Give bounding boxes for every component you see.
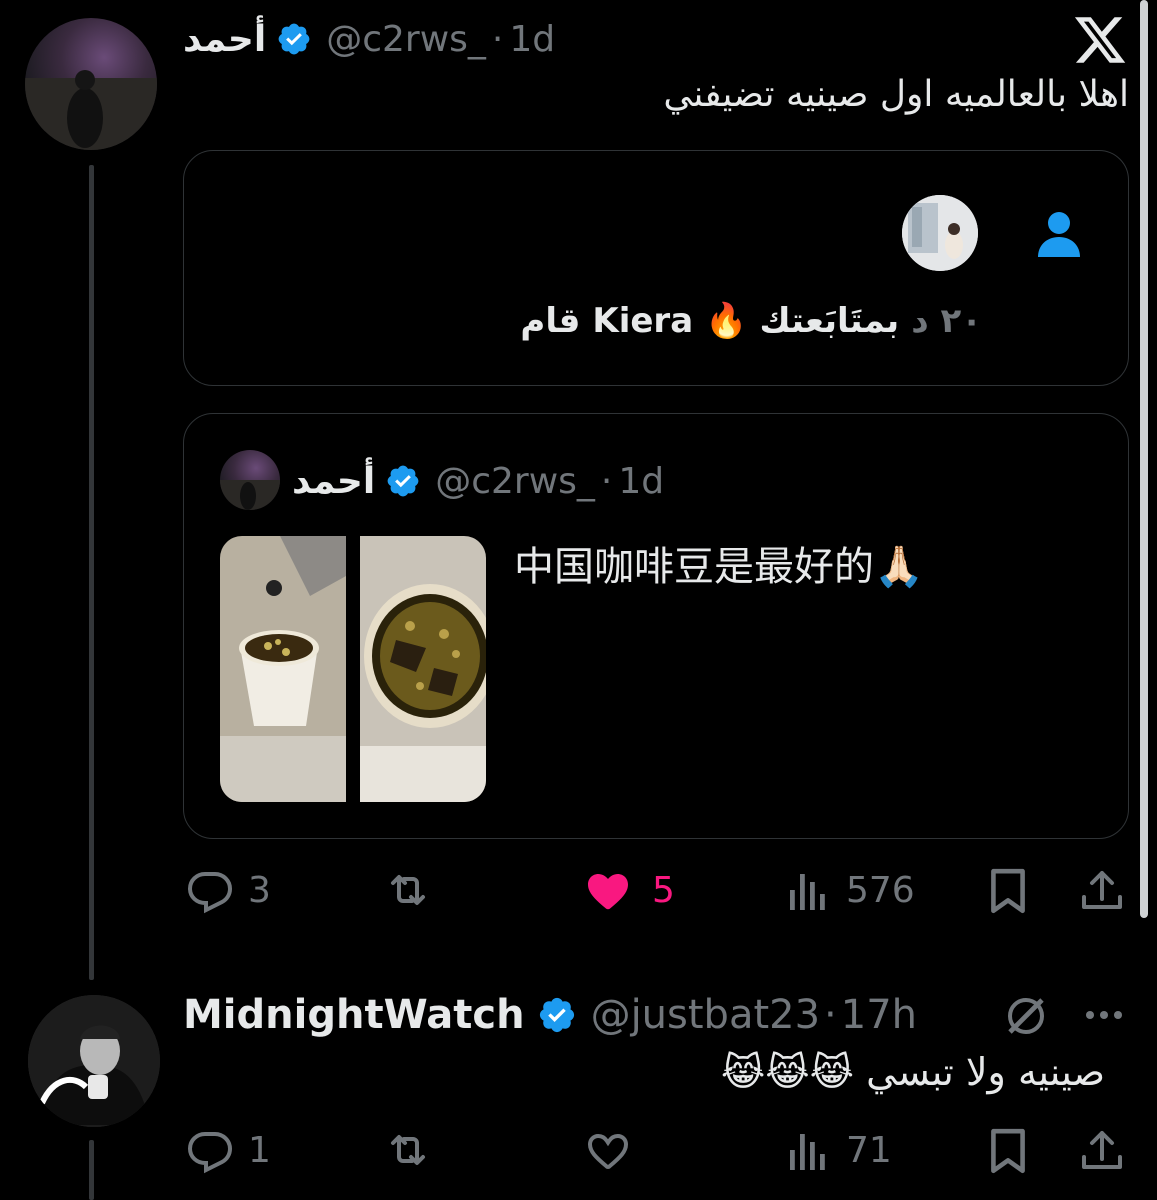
separator: · — [600, 460, 613, 502]
author-name[interactable]: أحمد — [183, 19, 266, 60]
author-avatar[interactable] — [25, 18, 157, 150]
post-time[interactable]: 1d — [509, 19, 555, 60]
like-count: 5 — [652, 869, 675, 911]
fire-emoji: 🔥 — [705, 301, 748, 341]
notification-verb: قام — [520, 301, 581, 341]
verified-badge-icon — [385, 463, 421, 499]
reply-reply-button[interactable]: 1 — [186, 1126, 271, 1174]
x-logo-icon[interactable] — [1072, 12, 1128, 68]
notification-action: بمتَابَعتك — [759, 301, 900, 341]
repost-button[interactable] — [382, 866, 434, 914]
reply-author-avatar[interactable] — [28, 995, 160, 1127]
quoted-post[interactable]: أحمد @c2rws_ · 1d 中国咖啡豆是最好的🙏🏻 — [183, 413, 1129, 839]
repost-icon — [382, 1126, 434, 1174]
reply-icon — [186, 1126, 234, 1174]
author-handle[interactable]: @c2rws_ — [326, 19, 486, 60]
quoted-text: 中国咖啡豆是最好的🙏🏻 — [514, 544, 924, 590]
views-button[interactable]: 576 — [786, 866, 915, 914]
post-header: أحمد @c2rws_ · 1d — [183, 14, 555, 64]
follower-name[interactable]: Kiera — [592, 301, 693, 341]
reply-button[interactable]: 3 — [186, 866, 271, 914]
bookmark-button[interactable] — [986, 866, 1030, 916]
reply-icon — [186, 866, 234, 914]
reply-count: 1 — [248, 1129, 271, 1171]
like-button[interactable]: 5 — [582, 866, 675, 914]
separator: · — [491, 18, 504, 60]
verified-badge-icon — [537, 995, 577, 1035]
quoted-handle[interactable]: @c2rws_ — [435, 461, 595, 502]
notification-text: قام Kiera 🔥 بمتَابَعتك ٢٠ د — [520, 301, 982, 341]
quoted-time[interactable]: 1d — [618, 461, 664, 502]
reply-repost-button[interactable] — [382, 1126, 434, 1174]
views-count: 576 — [846, 869, 915, 911]
reply-handle[interactable]: @justbat23 — [591, 992, 820, 1038]
reply-share-button[interactable] — [1078, 1126, 1126, 1176]
separator: · — [824, 992, 837, 1038]
reply-author-name[interactable]: MidnightWatch — [183, 992, 525, 1038]
reply-text: صينيه ولا تبسي 😹😹😹 — [720, 1050, 1105, 1094]
grok-icon[interactable] — [1002, 992, 1050, 1040]
follower-avatar[interactable] — [902, 195, 978, 271]
share-icon — [1078, 866, 1126, 916]
quoted-header: أحمد @c2rws_ · 1d — [292, 458, 664, 504]
share-icon — [1078, 1126, 1126, 1176]
bookmark-icon — [986, 1126, 1030, 1176]
person-icon — [1036, 209, 1082, 259]
quoted-author-name[interactable]: أحمد — [292, 461, 375, 502]
post-text: اهلا بالعالميه اول صينيه تضيفني — [663, 74, 1129, 115]
quoted-author-avatar[interactable] — [220, 450, 280, 510]
reply-header: MidnightWatch @justbat23 · 17h — [183, 988, 917, 1042]
reply-time[interactable]: 17h — [841, 992, 917, 1038]
reply-bookmark-button[interactable] — [986, 1126, 1030, 1176]
verified-badge-icon — [276, 21, 312, 57]
heart-icon — [582, 1126, 634, 1174]
notification-card[interactable]: قام Kiera 🔥 بمتَابَعتك ٢٠ د — [183, 150, 1129, 386]
views-count: 71 — [846, 1129, 892, 1171]
reply-like-button[interactable] — [582, 1126, 634, 1174]
notification-time: ٢٠ د — [911, 301, 982, 341]
heart-icon — [582, 866, 634, 914]
reply-count: 3 — [248, 869, 271, 911]
more-icon[interactable] — [1082, 1000, 1126, 1030]
views-icon — [786, 1126, 830, 1174]
thread-line — [89, 165, 94, 980]
scrollbar[interactable] — [1140, 0, 1148, 918]
share-button[interactable] — [1078, 866, 1126, 916]
thread-line-bottom — [89, 1140, 94, 1200]
views-icon — [786, 866, 830, 914]
quoted-media[interactable] — [220, 536, 486, 802]
bookmark-icon — [986, 866, 1030, 916]
repost-icon — [382, 866, 434, 914]
reply-views-button[interactable]: 71 — [786, 1126, 892, 1174]
